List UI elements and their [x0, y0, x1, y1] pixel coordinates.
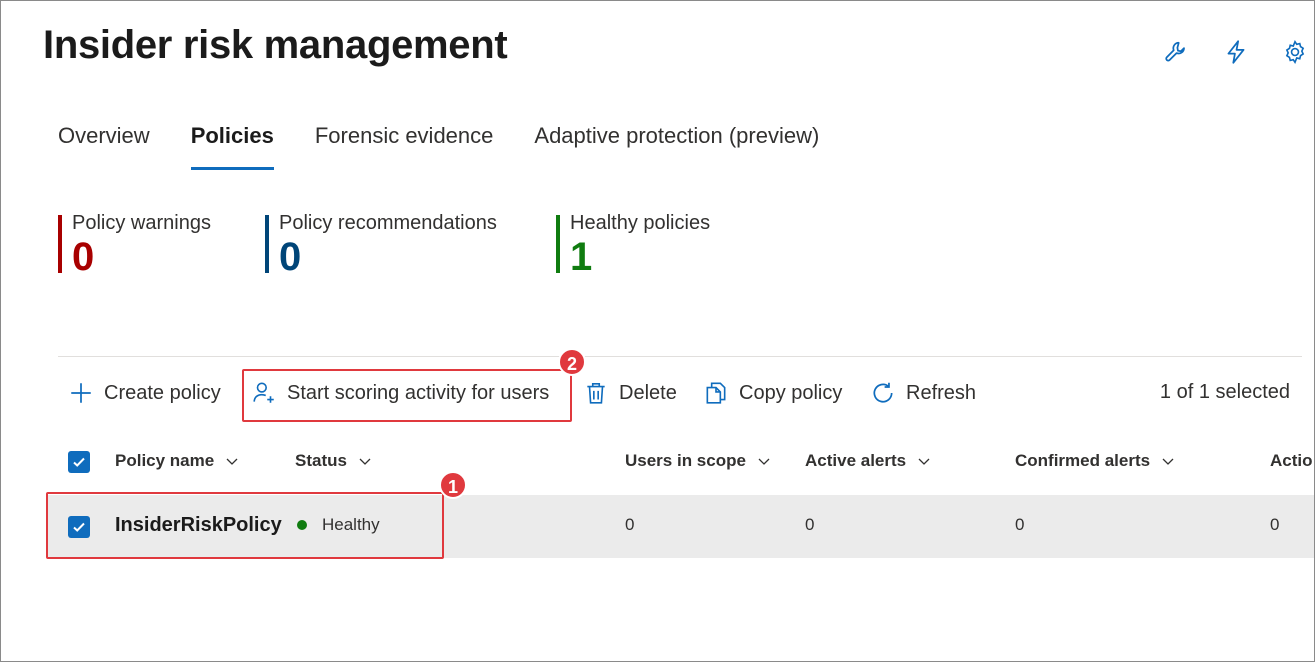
copy-policy-button[interactable]: Copy policy	[703, 371, 842, 415]
create-policy-button[interactable]: Create policy	[68, 371, 221, 415]
gear-icon[interactable]	[1282, 39, 1310, 67]
kpi-bar	[265, 215, 269, 273]
kpi-label: Policy warnings	[72, 212, 211, 234]
copy-policy-label: Copy policy	[739, 381, 843, 404]
tab-policies[interactable]: Policies	[190, 123, 275, 171]
users-in-scope-value: 0	[625, 515, 635, 534]
kpi-label: Policy recommendations	[279, 212, 497, 234]
copy-icon	[703, 380, 729, 406]
refresh-icon	[870, 380, 896, 406]
divider	[58, 356, 1302, 357]
kpi-value: 0	[279, 235, 302, 279]
chevron-down-icon	[226, 458, 238, 465]
refresh-label: Refresh	[906, 381, 977, 404]
column-header-active-alerts[interactable]: Active alerts	[805, 451, 932, 471]
table-header: Policy name Status Users in scope Active…	[1, 441, 1314, 485]
active-alerts-value: 0	[805, 515, 815, 534]
callout-row-highlight	[46, 492, 444, 559]
trash-icon	[583, 380, 609, 406]
delete-label: Delete	[619, 381, 677, 404]
delete-button[interactable]: Delete	[583, 371, 677, 415]
actions-value: 0	[1270, 515, 1280, 534]
chevron-down-icon	[359, 458, 371, 465]
kpi-policy-recommendations[interactable]: Policy recommendations 0	[265, 211, 497, 279]
wrench-icon[interactable]	[1163, 39, 1191, 67]
chevron-down-icon	[918, 458, 930, 465]
confirmed-alerts-value: 0	[1015, 515, 1025, 534]
kpi-bar	[556, 215, 560, 273]
column-label: Policy name	[115, 451, 215, 470]
kpi-healthy-policies[interactable]: Healthy policies 1	[556, 211, 711, 279]
column-header-users-in-scope[interactable]: Users in scope	[625, 451, 772, 471]
app-frame: Insider risk management Overview Policie…	[0, 0, 1315, 662]
callout-badge-2: 2	[558, 348, 586, 376]
column-label: Active alerts	[805, 451, 907, 470]
column-header-actions[interactable]: Actio	[1270, 451, 1313, 471]
column-label: Actio	[1270, 451, 1313, 470]
column-label: Confirmed alerts	[1015, 451, 1151, 470]
create-policy-label: Create policy	[104, 381, 221, 404]
callout-button-highlight	[242, 369, 572, 422]
kpi-policy-warnings[interactable]: Policy warnings 0	[58, 211, 211, 279]
kpi-value: 0	[72, 235, 95, 279]
kpi-bar	[58, 215, 62, 273]
chevron-down-icon	[758, 458, 770, 465]
tab-forensic-evidence[interactable]: Forensic evidence	[315, 123, 494, 171]
kpi-label: Healthy policies	[570, 212, 711, 234]
callout-badge-1: 1	[439, 471, 467, 499]
refresh-button[interactable]: Refresh	[870, 371, 976, 415]
page-title: Insider risk management	[43, 23, 508, 67]
column-label: Users in scope	[625, 451, 746, 470]
chevron-down-icon	[1162, 458, 1174, 465]
column-label: Status	[295, 451, 347, 470]
tab-adaptive-protection[interactable]: Adaptive protection (preview)	[534, 123, 819, 171]
column-header-status[interactable]: Status	[295, 451, 373, 471]
lightning-icon[interactable]	[1223, 39, 1251, 67]
column-header-policy-name[interactable]: Policy name	[115, 451, 240, 471]
tab-overview[interactable]: Overview	[58, 123, 150, 171]
command-bar: Create policy Start scoring activity for…	[1, 371, 1314, 415]
select-all-checkbox[interactable]	[68, 451, 90, 473]
tab-bar: Overview Policies Forensic evidence Adap…	[58, 123, 860, 171]
selection-count: 1 of 1 selected	[1159, 381, 1290, 403]
column-header-confirmed-alerts[interactable]: Confirmed alerts	[1015, 451, 1176, 471]
kpi-value: 1	[570, 235, 593, 279]
plus-icon	[68, 380, 94, 406]
